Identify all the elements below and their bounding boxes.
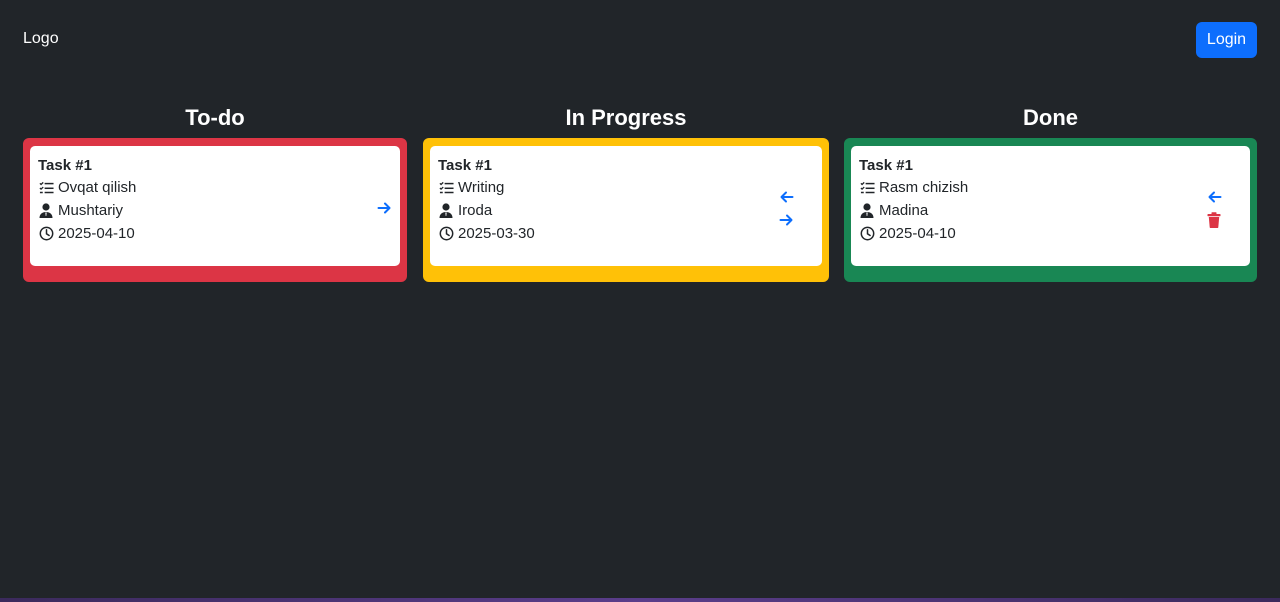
task-name: Rasm chizish (879, 179, 969, 196)
list-check-icon (38, 180, 54, 196)
task-assignee: Madina (879, 202, 929, 219)
user-icon (859, 203, 875, 219)
task-date-row: 2025-04-10 (859, 225, 956, 242)
task-card: Task #1 Writing Iroda 2025-03-30 (430, 146, 822, 266)
task-card: Task #1 Ovqat qilish Mushtariy 2025-04-1… (30, 146, 400, 266)
trash-icon (1207, 212, 1221, 228)
task-assignee-row: Iroda (438, 202, 492, 219)
column-box-todo: Task #1 Ovqat qilish Mushtariy 2025-04-1… (23, 138, 407, 282)
navbar: Logo Login (0, 0, 1280, 80)
task-name-row: Writing (438, 179, 504, 196)
user-icon (438, 203, 454, 219)
list-check-icon (859, 180, 875, 196)
logo[interactable]: Logo (23, 30, 59, 48)
arrow-left-icon (1207, 190, 1222, 204)
delete-button[interactable] (1205, 211, 1223, 229)
task-name-row: Ovqat qilish (38, 179, 136, 196)
move-left-button[interactable] (777, 188, 795, 206)
move-right-button[interactable] (375, 199, 393, 217)
task-title: Task #1 (438, 157, 492, 174)
user-icon (38, 203, 54, 219)
arrow-left-icon (779, 190, 794, 204)
clock-icon (438, 226, 454, 242)
move-left-button[interactable] (1205, 188, 1223, 206)
task-date-row: 2025-04-10 (38, 225, 135, 242)
list-check-icon (438, 180, 454, 196)
task-title: Task #1 (859, 157, 913, 174)
task-date: 2025-04-10 (879, 225, 956, 242)
page: Logo Login To-do Task #1 Ovqat qilish Mu… (0, 0, 1280, 602)
task-card: Task #1 Rasm chizish Madina 2025-04-10 (851, 146, 1250, 266)
column-title: Done (1023, 105, 1078, 130)
column-title: In Progress (565, 105, 687, 130)
clock-icon (38, 226, 54, 242)
move-right-button[interactable] (777, 211, 795, 229)
task-assignee-row: Madina (859, 202, 928, 219)
task-date: 2025-04-10 (58, 225, 135, 242)
task-title: Task #1 (38, 157, 92, 174)
task-assignee: Mushtariy (58, 202, 124, 219)
task-assignee-row: Mushtariy (38, 202, 123, 219)
task-name: Ovqat qilish (58, 179, 137, 196)
column-box-done: Task #1 Rasm chizish Madina 2025-04-10 (844, 138, 1257, 282)
column-title: To-do (185, 105, 245, 130)
bottom-edge-bar (0, 598, 1280, 602)
task-date: 2025-03-30 (458, 225, 535, 242)
task-date-row: 2025-03-30 (438, 225, 535, 242)
task-assignee: Iroda (458, 202, 493, 219)
task-name: Writing (458, 179, 505, 196)
arrow-right-icon (377, 201, 392, 215)
login-button[interactable]: Login (1196, 22, 1257, 58)
column-box-in-progress: Task #1 Writing Iroda 2025-03-30 (423, 138, 829, 282)
task-name-row: Rasm chizish (859, 179, 968, 196)
clock-icon (859, 226, 875, 242)
arrow-right-icon (779, 213, 794, 227)
